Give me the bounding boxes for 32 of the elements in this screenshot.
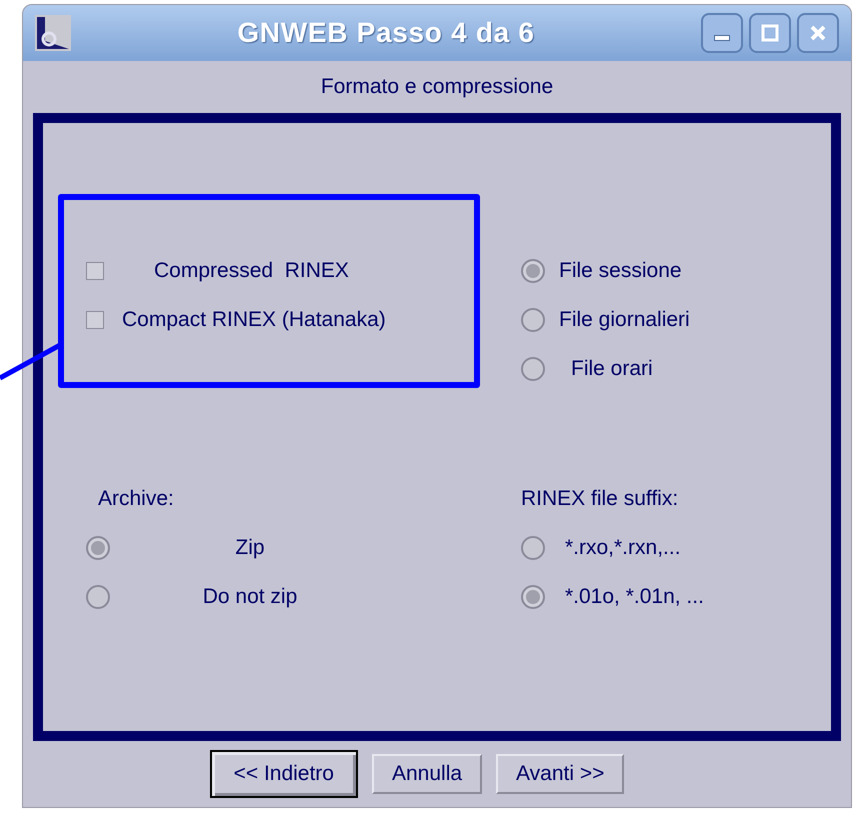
close-icon <box>808 23 828 43</box>
radio-button[interactable] <box>521 536 545 560</box>
radio-button[interactable] <box>521 584 545 608</box>
maximize-icon <box>760 23 780 43</box>
checkbox-label: Compact RINEX (Hatanaka) <box>122 306 386 333</box>
section-label: Archive: <box>98 486 174 512</box>
radio-button[interactable] <box>86 536 110 560</box>
radio-label: File giornalieri <box>559 306 690 333</box>
radio-label: File sessione <box>559 258 682 284</box>
radio-label: Zip <box>234 534 266 561</box>
radio-label: *.01o, *.01n, ... <box>565 584 704 610</box>
minimize-icon <box>714 35 730 41</box>
dialog-button[interactable]: Avanti >> <box>496 754 624 794</box>
window-title: GNWEB Passo 4 da 6 <box>236 16 536 50</box>
radio-label: File orari <box>571 356 653 382</box>
section-label: RINEX file suffix: <box>521 486 678 512</box>
radio-button[interactable] <box>521 308 545 332</box>
radio-label: Do not zip <box>202 584 298 610</box>
radio-label: *.rxo,*.rxn,... <box>565 534 681 561</box>
close-button[interactable] <box>797 13 839 53</box>
dialog-button[interactable]: << Indietro <box>210 750 358 798</box>
checkbox-label: Compressed RINEX <box>154 258 349 284</box>
radio-button[interactable] <box>521 258 545 282</box>
step-subtitle: Formato e compressione <box>320 74 554 100</box>
checkbox[interactable] <box>86 310 104 328</box>
radio-button[interactable] <box>521 356 545 380</box>
checkbox[interactable] <box>86 262 104 280</box>
minimize-button[interactable] <box>701 13 743 53</box>
radio-button[interactable] <box>86 584 110 608</box>
maximize-button[interactable] <box>749 13 791 53</box>
app-icon <box>35 15 71 51</box>
dialog-button[interactable]: Annulla <box>372 754 482 794</box>
